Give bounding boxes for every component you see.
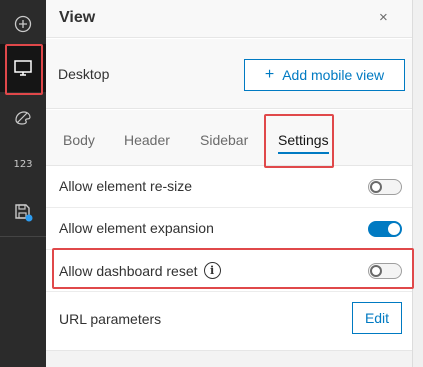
element-resize-toggle[interactable] <box>368 179 402 195</box>
panel-header: View × <box>46 0 412 38</box>
scrollbar[interactable] <box>412 0 423 367</box>
rail-divider <box>0 236 46 237</box>
theme-icon[interactable] <box>0 93 46 141</box>
view-panel: View × Desktop + Add mobile view Body He… <box>46 0 412 367</box>
option-label: Allow element re-size <box>59 178 193 194</box>
plus-icon: + <box>264 66 275 83</box>
option-label: URL parameters <box>59 311 162 327</box>
view-mode-row: Desktop + Add mobile view <box>46 39 412 109</box>
tab-settings[interactable]: Settings <box>278 132 329 154</box>
option-row: URL parameters Edit <box>46 297 412 347</box>
dashboard-reset-toggle[interactable] <box>368 263 402 279</box>
left-rail: 123 <box>0 0 46 367</box>
save-icon[interactable] <box>0 188 46 236</box>
tab-body[interactable]: Body <box>63 132 95 148</box>
add-icon[interactable] <box>0 0 46 48</box>
add-mobile-view-label: Add mobile view <box>282 67 385 83</box>
option-label: Allow dashboard reset i <box>59 262 221 279</box>
tab-header[interactable]: Header <box>124 132 170 148</box>
panel-title: View <box>59 9 96 26</box>
element-expansion-toggle[interactable] <box>368 221 402 237</box>
desktop-icon[interactable] <box>0 44 46 92</box>
add-mobile-view-button[interactable]: + Add mobile view <box>244 59 405 91</box>
number-icon[interactable]: 123 <box>0 140 46 188</box>
option-label: Allow element expansion <box>59 220 214 236</box>
tabs-row: Body Header Sidebar Settings <box>46 110 412 166</box>
option-row: Allow element re-size <box>46 166 412 208</box>
option-row: Allow element expansion <box>46 208 412 250</box>
desktop-label: Desktop <box>58 66 110 82</box>
tab-sidebar[interactable]: Sidebar <box>200 132 248 148</box>
option-row: Allow dashboard reset i <box>46 250 412 292</box>
info-icon[interactable]: i <box>203 262 221 279</box>
edit-url-parameters-button[interactable]: Edit <box>352 302 402 334</box>
panel-footer <box>46 350 412 367</box>
close-icon[interactable]: × <box>379 9 388 26</box>
